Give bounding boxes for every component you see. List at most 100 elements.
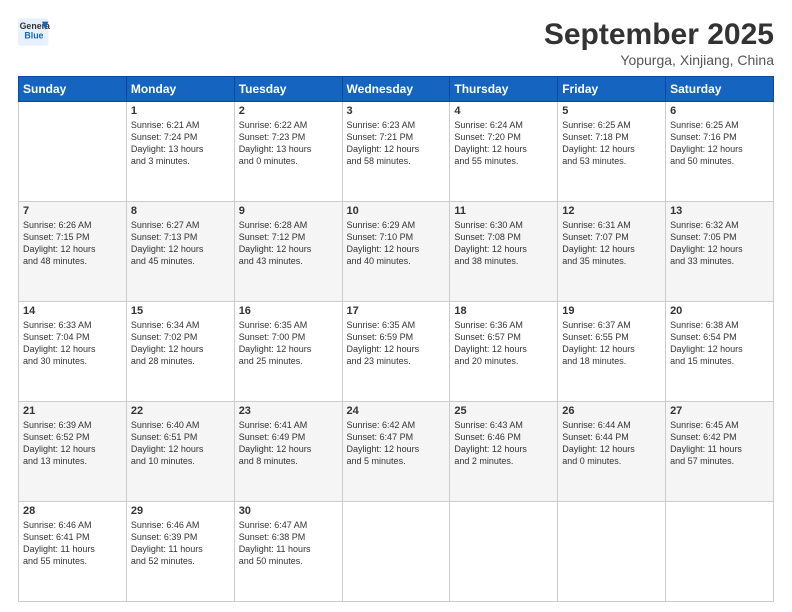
day-number: 22 — [131, 405, 230, 417]
cell-info: Sunrise: 6:21 AM Sunset: 7:24 PM Dayligh… — [131, 119, 230, 168]
calendar-cell: 15 Sunrise: 6:34 AM Sunset: 7:02 PM Dayli… — [126, 302, 234, 402]
calendar-week-row: 1Sunrise: 6:21 AM Sunset: 7:24 PM Daylig… — [19, 102, 774, 202]
day-number: 30 — [239, 505, 338, 517]
cell-info: Sunrise: 6:41 AM Sunset: 6:49 PM Dayligh… — [239, 419, 338, 468]
calendar-cell: 3 Sunrise: 6:23 AM Sunset: 7:21 PM Daylig… — [342, 102, 450, 202]
cell-info: Sunrise: 6:30 AM Sunset: 7:08 PM Dayligh… — [454, 219, 553, 268]
header-tuesday: Tuesday — [234, 77, 342, 102]
calendar-cell: 26 Sunrise: 6:44 AM Sunset: 6:44 PM Dayli… — [558, 402, 666, 502]
day-number: 24 — [347, 405, 446, 417]
calendar-cell: 10 Sunrise: 6:29 AM Sunset: 7:10 PM Dayli… — [342, 202, 450, 302]
calendar-cell: 22 Sunrise: 6:40 AM Sunset: 6:51 PM Dayli… — [126, 402, 234, 502]
calendar-cell: 21 Sunrise: 6:39 AM Sunset: 6:52 PM Dayli… — [19, 402, 127, 502]
day-number: 6 — [670, 105, 769, 117]
day-number: 3 — [347, 105, 446, 117]
day-number: 18 — [454, 305, 553, 317]
calendar-week-row: 14 Sunrise: 6:33 AM Sunset: 7:04 PM Dayli… — [19, 302, 774, 402]
cell-info: Sunrise: 6:43 AM Sunset: 6:46 PM Dayligh… — [454, 419, 553, 468]
cell-info: Sunrise: 6:33 AM Sunset: 7:04 PM Dayligh… — [23, 319, 122, 368]
cell-info: Sunrise: 6:34 AM Sunset: 7:02 PM Dayligh… — [131, 319, 230, 368]
calendar-cell — [342, 502, 450, 602]
header-sunday: Sunday — [19, 77, 127, 102]
calendar-cell: 24 Sunrise: 6:42 AM Sunset: 6:47 PM Dayli… — [342, 402, 450, 502]
day-number: 7 — [23, 205, 122, 217]
calendar-cell: 28Sunrise: 6:46 AM Sunset: 6:41 PM Dayli… — [19, 502, 127, 602]
day-number: 23 — [239, 405, 338, 417]
calendar-cell: 30 Sunrise: 6:47 AM Sunset: 6:38 PM Dayli… — [234, 502, 342, 602]
day-number: 26 — [562, 405, 661, 417]
day-number: 9 — [239, 205, 338, 217]
calendar-cell: 16 Sunrise: 6:35 AM Sunset: 7:00 PM Dayli… — [234, 302, 342, 402]
cell-info: Sunrise: 6:40 AM Sunset: 6:51 PM Dayligh… — [131, 419, 230, 468]
title-block: September 2025 Yopurga, Xinjiang, China — [544, 18, 774, 68]
cell-info: Sunrise: 6:35 AM Sunset: 6:59 PM Dayligh… — [347, 319, 446, 368]
cell-info: Sunrise: 6:45 AM Sunset: 6:42 PM Dayligh… — [670, 419, 769, 468]
calendar-cell: 27 Sunrise: 6:45 AM Sunset: 6:42 PM Dayli… — [666, 402, 774, 502]
calendar-cell: 13 Sunrise: 6:32 AM Sunset: 7:05 PM Dayli… — [666, 202, 774, 302]
cell-info: Sunrise: 6:28 AM Sunset: 7:12 PM Dayligh… — [239, 219, 338, 268]
day-number: 17 — [347, 305, 446, 317]
header-wednesday: Wednesday — [342, 77, 450, 102]
calendar-cell: 1Sunrise: 6:21 AM Sunset: 7:24 PM Daylig… — [126, 102, 234, 202]
cell-info: Sunrise: 6:25 AM Sunset: 7:16 PM Dayligh… — [670, 119, 769, 168]
calendar-cell: 20 Sunrise: 6:38 AM Sunset: 6:54 PM Dayli… — [666, 302, 774, 402]
cell-info: Sunrise: 6:42 AM Sunset: 6:47 PM Dayligh… — [347, 419, 446, 468]
cell-info: Sunrise: 6:47 AM Sunset: 6:38 PM Dayligh… — [239, 519, 338, 568]
day-number: 14 — [23, 305, 122, 317]
calendar-cell: 4 Sunrise: 6:24 AM Sunset: 7:20 PM Daylig… — [450, 102, 558, 202]
day-number: 10 — [347, 205, 446, 217]
cell-info: Sunrise: 6:44 AM Sunset: 6:44 PM Dayligh… — [562, 419, 661, 468]
calendar-cell: 2Sunrise: 6:22 AM Sunset: 7:23 PM Daylig… — [234, 102, 342, 202]
cell-info: Sunrise: 6:46 AM Sunset: 6:39 PM Dayligh… — [131, 519, 230, 568]
day-number: 8 — [131, 205, 230, 217]
day-number: 25 — [454, 405, 553, 417]
calendar-cell: 8Sunrise: 6:27 AM Sunset: 7:13 PM Daylig… — [126, 202, 234, 302]
calendar-cell — [450, 502, 558, 602]
calendar-cell: 25 Sunrise: 6:43 AM Sunset: 6:46 PM Dayli… — [450, 402, 558, 502]
location: Yopurga, Xinjiang, China — [544, 52, 774, 68]
calendar-cell: 12Sunrise: 6:31 AM Sunset: 7:07 PM Dayli… — [558, 202, 666, 302]
svg-text:Blue: Blue — [24, 30, 43, 40]
cell-info: Sunrise: 6:24 AM Sunset: 7:20 PM Dayligh… — [454, 119, 553, 168]
calendar-cell: 5Sunrise: 6:25 AM Sunset: 7:18 PM Daylig… — [558, 102, 666, 202]
calendar-cell: 29Sunrise: 6:46 AM Sunset: 6:39 PM Dayli… — [126, 502, 234, 602]
cell-info: Sunrise: 6:35 AM Sunset: 7:00 PM Dayligh… — [239, 319, 338, 368]
day-number: 12 — [562, 205, 661, 217]
calendar-cell — [19, 102, 127, 202]
day-number: 16 — [239, 305, 338, 317]
cell-info: Sunrise: 6:29 AM Sunset: 7:10 PM Dayligh… — [347, 219, 446, 268]
calendar-cell: 23 Sunrise: 6:41 AM Sunset: 6:49 PM Dayli… — [234, 402, 342, 502]
day-number: 19 — [562, 305, 661, 317]
day-number: 5 — [562, 105, 661, 117]
logo-icon: General Blue — [18, 18, 50, 46]
cell-info: Sunrise: 6:32 AM Sunset: 7:05 PM Dayligh… — [670, 219, 769, 268]
day-number: 21 — [23, 405, 122, 417]
header-friday: Friday — [558, 77, 666, 102]
cell-info: Sunrise: 6:39 AM Sunset: 6:52 PM Dayligh… — [23, 419, 122, 468]
calendar-cell: 11 Sunrise: 6:30 AM Sunset: 7:08 PM Dayli… — [450, 202, 558, 302]
day-number: 2 — [239, 105, 338, 117]
day-number: 20 — [670, 305, 769, 317]
calendar-week-row: 7 Sunrise: 6:26 AM Sunset: 7:15 PM Daylig… — [19, 202, 774, 302]
calendar-cell: 9 Sunrise: 6:28 AM Sunset: 7:12 PM Daylig… — [234, 202, 342, 302]
weekday-header-row: Sunday Monday Tuesday Wednesday Thursday… — [19, 77, 774, 102]
day-number: 4 — [454, 105, 553, 117]
cell-info: Sunrise: 6:23 AM Sunset: 7:21 PM Dayligh… — [347, 119, 446, 168]
logo: General Blue — [18, 18, 50, 46]
cell-info: Sunrise: 6:46 AM Sunset: 6:41 PM Dayligh… — [23, 519, 122, 568]
calendar-week-row: 21 Sunrise: 6:39 AM Sunset: 6:52 PM Dayli… — [19, 402, 774, 502]
day-number: 15 — [131, 305, 230, 317]
header-thursday: Thursday — [450, 77, 558, 102]
calendar-cell: 18Sunrise: 6:36 AM Sunset: 6:57 PM Dayli… — [450, 302, 558, 402]
calendar-cell: 17 Sunrise: 6:35 AM Sunset: 6:59 PM Dayli… — [342, 302, 450, 402]
day-number: 13 — [670, 205, 769, 217]
calendar-week-row: 28Sunrise: 6:46 AM Sunset: 6:41 PM Dayli… — [19, 502, 774, 602]
calendar-table: Sunday Monday Tuesday Wednesday Thursday… — [18, 76, 774, 602]
day-number: 27 — [670, 405, 769, 417]
page: General Blue September 2025 Yopurga, Xin… — [0, 0, 792, 612]
day-number: 11 — [454, 205, 553, 217]
cell-info: Sunrise: 6:38 AM Sunset: 6:54 PM Dayligh… — [670, 319, 769, 368]
calendar-cell: 7 Sunrise: 6:26 AM Sunset: 7:15 PM Daylig… — [19, 202, 127, 302]
calendar-cell: 6 Sunrise: 6:25 AM Sunset: 7:16 PM Daylig… — [666, 102, 774, 202]
cell-info: Sunrise: 6:26 AM Sunset: 7:15 PM Dayligh… — [23, 219, 122, 268]
